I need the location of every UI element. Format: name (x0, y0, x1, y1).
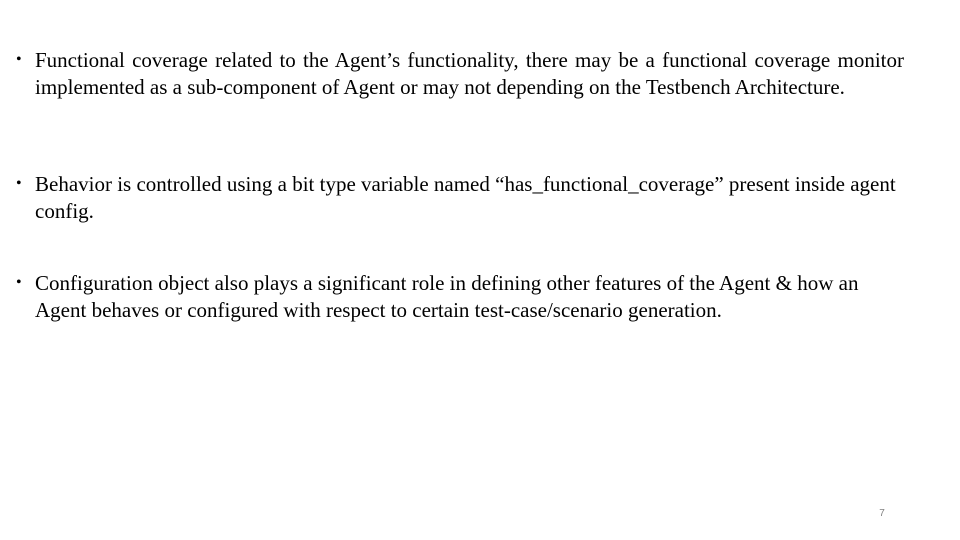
bullet-item-behavior-control: • Behavior is controlled using a bit typ… (16, 171, 904, 224)
slide: • Functional coverage related to the Age… (0, 0, 960, 540)
bullet-text: Configuration object also plays a signif… (35, 271, 859, 322)
page-number: 7 (879, 508, 885, 519)
bullet-icon: • (16, 51, 22, 68)
bullet-icon: • (16, 175, 22, 192)
bullet-item-configuration-object: • Configuration object also plays a sign… (16, 270, 904, 323)
bullet-icon: • (16, 274, 22, 291)
bullet-item-functional-coverage: • Functional coverage related to the Age… (16, 47, 904, 100)
bullet-text: Behavior is controlled using a bit type … (35, 172, 896, 223)
bullet-text: Functional coverage related to the Agent… (35, 48, 904, 99)
